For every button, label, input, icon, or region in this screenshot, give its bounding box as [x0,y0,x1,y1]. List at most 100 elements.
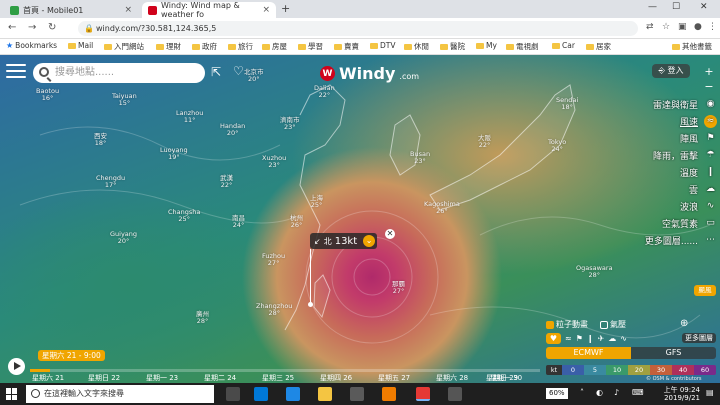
window-close-button[interactable]: ✕ [700,2,708,12]
bookmark-my[interactable]: My [476,41,497,50]
share-icon[interactable]: ⇱ [211,65,221,79]
minimize-button[interactable]: — [648,2,657,12]
profile-icon[interactable]: ● [694,22,702,32]
timeline-slider[interactable]: 星期六 21 星期日 22 星期一 23 星期二 24 星期三 25 星期四 2… [30,369,540,383]
layer-waves[interactable]: 波浪 ∿ [634,198,720,215]
network-icon[interactable]: ◐ [596,388,603,397]
model-gfs[interactable]: GFS [631,347,716,359]
file-explorer-icon[interactable] [318,387,332,401]
hamburger-menu-icon[interactable] [6,64,26,80]
bookmark-mail[interactable]: Mail [68,41,93,50]
wind-icon[interactable]: ≈ [565,334,572,343]
bookmark-home[interactable]: 居家 [586,41,611,52]
tab-mobile01[interactable]: 首頁 - Mobile01 × [4,2,138,18]
bookmark-portal[interactable]: 入門網站 [104,41,144,52]
back-icon[interactable]: ← [8,22,16,33]
bookmark-housing[interactable]: 房屋 [262,41,287,52]
bookmark-leisure[interactable]: 休閒 [404,41,429,52]
close-icon[interactable]: ✕ [385,229,395,239]
legend-unit[interactable]: kt [546,365,562,375]
timeline-day[interactable]: 星期一 30 [490,373,522,383]
play-button[interactable] [8,358,25,375]
zoom-in-button[interactable]: + [703,66,715,78]
login-button[interactable]: ⎆ 登入 [652,64,690,78]
bookmark-dtv[interactable]: DTV [370,41,396,50]
airplane-icon[interactable]: ✈ [598,334,605,343]
layer-wind[interactable]: 風速 ≈ [634,113,720,130]
layer-clouds[interactable]: 雲 ☁ [634,181,720,198]
tab-windy[interactable]: Windy: Wind map & weather fo × [142,1,276,19]
hurricane-button[interactable]: 颶風 [694,285,716,296]
timeline-day[interactable]: 星期六 21 [32,373,64,383]
favorite-heart-icon[interactable]: ♡ [233,64,244,78]
bookmark-government[interactable]: 政府 [192,41,217,52]
zoom-out-button[interactable]: − [703,81,715,93]
edge-icon[interactable] [254,387,268,401]
address-bar[interactable]: 🔒 windy.com/?30.581,124.365,5 [78,21,638,36]
layer-temperature[interactable]: 溫度 ❙ [634,164,720,181]
taskbar-search-input[interactable]: 在這裡輸入文字來搜尋 [26,385,214,403]
more-layers-button[interactable]: 更多圖層 [682,333,716,343]
chrome-menu-icon[interactable]: ⋮ [708,22,717,32]
new-tab-button[interactable]: + [281,2,290,15]
media-player-icon[interactable] [382,387,396,401]
folder-icon [228,43,236,50]
translate-icon[interactable]: ⇄ [646,22,654,32]
wind-picker-popup[interactable]: ↙ 北 13kt ⌄ [310,233,378,249]
waves-icon[interactable]: ∿ [620,334,627,343]
layer-air-quality[interactable]: 空氣質素 ▭ [634,215,720,232]
wind-speed: 13kt [334,235,358,247]
wind-map[interactable]: Baotou 16° 北京市 20° Dalian 22° Busan 23° Send… [0,55,720,383]
keyboard-icon[interactable]: ⌨ [632,388,644,397]
forward-icon[interactable]: → [28,22,36,33]
bookmark-trade[interactable]: 賣賣 [334,41,359,52]
timeline-day[interactable]: 星期一 23 [146,373,178,383]
task-view-icon[interactable] [226,387,240,401]
search-input[interactable]: 搜尋地點...... [33,63,205,83]
bookmark-travel[interactable]: 旅行 [228,41,253,52]
bookmark-other[interactable]: 其他書籤 [672,41,712,52]
timeline-day[interactable]: 星期日 22 [88,373,120,383]
mail-icon[interactable] [350,387,364,401]
star-icon[interactable]: ☆ [662,22,670,32]
heart-icon[interactable]: ♥ [546,332,561,344]
expand-icon[interactable]: ⊕ [680,318,688,329]
extension-icon[interactable]: ▣ [678,22,687,32]
model-ecmwf[interactable]: ECMWF [546,347,631,359]
layer-gust[interactable]: 陣風 ⚑ [634,130,720,147]
timeline-day[interactable]: 星期三 25 [262,373,294,383]
bookmark-car[interactable]: Car [552,41,575,50]
timeline-day[interactable]: 星期四 26 [320,373,352,383]
layer-rain-thunder[interactable]: 降雨，雷擊 ☂ [634,147,720,164]
timeline-day[interactable]: 星期六 28 [436,373,468,383]
bookmark-tv-drama[interactable]: 電視劇 [506,41,539,52]
bookmark-hospital[interactable]: 醫院 [440,41,465,52]
notification-icon[interactable]: ▤ [706,388,714,397]
particles-toggle[interactable]: 粒子動畫 [546,319,588,330]
gust-icon[interactable]: ⚑ [576,334,583,343]
timeline-day[interactable]: 星期二 24 [204,373,236,383]
bookmark-finance[interactable]: 理財 [156,41,181,52]
chevron-down-icon[interactable]: ⌄ [363,235,376,247]
windows-start-icon[interactable] [6,388,18,400]
bookmark-bookmarks[interactable]: ★ Bookmarks [6,41,57,50]
close-icon[interactable]: × [124,5,132,15]
isolines-toggle[interactable]: 氣壓 [600,319,626,330]
volume-icon[interactable]: ♪ [614,388,619,397]
reload-icon[interactable]: ↻ [48,22,56,33]
thermometer-icon[interactable]: ❙ [587,334,594,343]
bookmark-study[interactable]: 學習 [298,41,323,52]
layer-more[interactable]: 更多圖層...... ⋯ [634,232,720,249]
app-icon[interactable] [448,387,462,401]
picker-marker[interactable] [308,302,313,307]
tray-chevron-icon[interactable]: ˄ [580,388,584,397]
store-icon[interactable] [286,387,300,401]
close-icon[interactable]: × [262,5,270,15]
taskbar-clock[interactable]: 上午 09:24 2019/9/21 [660,386,700,402]
timeline-day[interactable]: 星期五 27 [378,373,410,383]
layer-radar-satellite[interactable]: 雷達與衛星 ◉ [634,96,720,113]
cloud-icon[interactable]: ☁ [608,334,616,343]
maximize-button[interactable]: ☐ [672,2,680,12]
chrome-icon[interactable] [416,387,430,401]
battery-indicator[interactable]: 60% [546,388,568,399]
